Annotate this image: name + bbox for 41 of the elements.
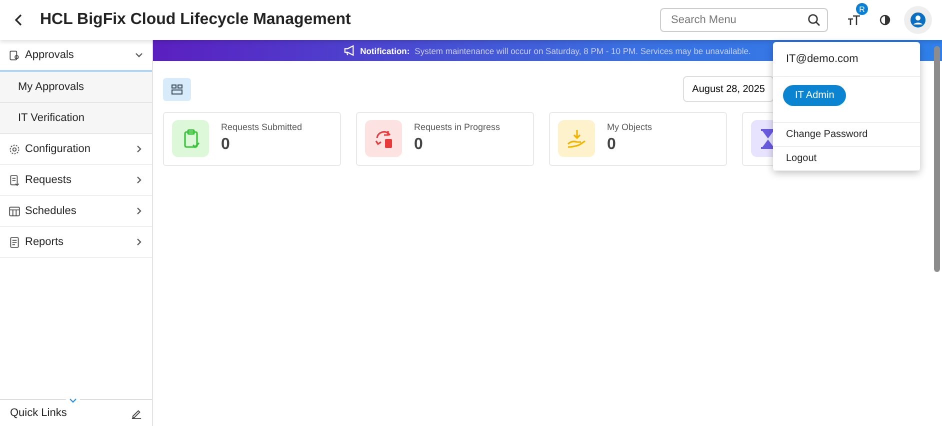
notification-message: System maintenance will occur on Saturday, 8 PM - 10 PM. Services may be unavailable. [414, 46, 751, 56]
reports-icon [8, 236, 21, 248]
search-box[interactable]: Search Menu [660, 8, 828, 32]
notification-badge: R [856, 3, 868, 15]
gear-icon [8, 142, 21, 156]
role-button[interactable]: IT Admin [783, 85, 846, 106]
user-email: IT@demo.com [773, 42, 920, 77]
chevron-icon [134, 144, 144, 154]
menu-item[interactable]: Logout [773, 147, 920, 171]
date-picker[interactable]: August 28, 2025 [683, 76, 774, 102]
layout-button[interactable] [163, 78, 191, 100]
card-title: Requests in Progress [414, 122, 500, 132]
card-count: 0 [607, 136, 617, 154]
card-title: Requests Submitted [221, 122, 302, 132]
user-icon [910, 12, 926, 28]
sidebar-item[interactable]: Reports [0, 227, 152, 258]
user-avatar-button[interactable] [904, 6, 932, 34]
requests-icon [8, 174, 21, 186]
sidebar-subitem[interactable]: My Approvals [0, 72, 152, 103]
chevron-icon [134, 237, 144, 247]
edit-icon[interactable] [131, 408, 142, 418]
menu-item[interactable]: Change Password [773, 123, 920, 147]
layout-icon [171, 84, 183, 94]
text-size-icon[interactable] [847, 14, 861, 26]
scrollbar[interactable] [934, 46, 940, 272]
chevron-icon [134, 206, 144, 216]
chevron-icon [134, 50, 144, 60]
app-title: HCL BigFix Cloud Lifecycle Management [40, 11, 352, 29]
quick-links-label: Quick Links [10, 407, 67, 419]
sidebar-subitem[interactable]: IT Verification [0, 103, 152, 134]
card-count: 0 [221, 136, 231, 154]
notification-label: Notification: [360, 46, 410, 56]
search-icon[interactable] [807, 13, 821, 27]
sidebar-item[interactable]: Requests [0, 165, 152, 196]
chevron-icon [134, 175, 144, 185]
card-title: My Objects [607, 122, 652, 132]
sidebar-item[interactable]: Schedules [0, 196, 152, 227]
megaphone-icon [344, 45, 356, 56]
card-count: 0 [414, 136, 424, 154]
schedules-icon [8, 204, 21, 218]
sidebar-item[interactable]: Configuration [0, 134, 152, 165]
